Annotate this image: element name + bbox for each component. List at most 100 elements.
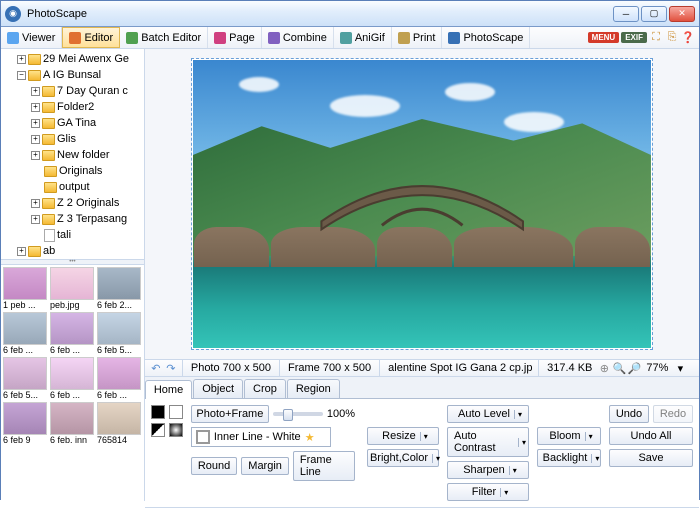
expand-icon[interactable]: + (31, 87, 40, 96)
bg-color-swatch[interactable] (169, 405, 183, 419)
toolbar-tab-anigif[interactable]: AniGif (334, 27, 392, 48)
thumbnail[interactable]: 6 feb ... (97, 357, 141, 400)
tab-icon (126, 32, 138, 44)
tab-home[interactable]: Home (145, 380, 192, 399)
frame-line-button[interactable]: Frame Line (293, 451, 355, 481)
photo-frame-button[interactable]: Photo+Frame (191, 405, 269, 423)
tab-region[interactable]: Region (287, 379, 340, 398)
tree-label: New folder (57, 149, 110, 161)
round-button[interactable]: Round (191, 457, 237, 475)
thumbnail[interactable]: 765814 (97, 402, 141, 445)
filename-label: alentine Spot IG Gana 2 cp.jp (384, 362, 534, 374)
thumbnail[interactable]: 6 feb 5... (97, 312, 141, 355)
tree-node[interactable]: −A IG Bunsal (3, 67, 142, 83)
toolbar-tab-combine[interactable]: Combine (262, 27, 334, 48)
bright-color-button[interactable]: Bright,Color (367, 449, 439, 467)
zoom-fit-icon[interactable]: 🔍 (612, 361, 626, 375)
folder-icon (42, 134, 55, 145)
expand-icon[interactable]: + (17, 247, 26, 256)
fg-color-swatch[interactable] (151, 405, 165, 419)
resize-button[interactable]: Resize (367, 427, 439, 445)
tree-node[interactable]: + Z 2 Originals (3, 195, 142, 211)
tree-label: Originals (59, 165, 102, 177)
tree-label: Z 2 Originals (57, 197, 119, 209)
target-icon[interactable]: ⊕ (597, 361, 611, 375)
tree-node[interactable]: +7 Day Quran c (3, 83, 142, 99)
tree-node[interactable]: Originals (3, 163, 142, 179)
zoom-actual-icon[interactable]: 🔎 (627, 361, 641, 375)
toolbar-tab-editor[interactable]: Editor (62, 27, 120, 48)
minimize-button[interactable]: ─ (613, 6, 639, 22)
undo-all-button[interactable]: Undo All (609, 427, 693, 445)
thumbnail[interactable]: peb.jpg (50, 267, 94, 310)
folder-icon (42, 214, 55, 225)
thumbnail[interactable]: 6 feb. inn (50, 402, 94, 445)
menu-badge[interactable]: MENU (588, 32, 620, 43)
folder-tree[interactable]: +29 Mei Awenx Ge−A IG Bunsal+7 Day Quran… (1, 49, 144, 259)
thumbnail[interactable]: 6 feb 5... (3, 357, 47, 400)
expand-icon[interactable]: + (31, 215, 40, 224)
margin-button[interactable]: Margin (241, 457, 289, 475)
swap-color-swatch[interactable] (151, 423, 165, 437)
redo-icon[interactable]: ↷ (164, 361, 178, 375)
opacity-slider[interactable] (273, 412, 323, 416)
toolbar-tab-page[interactable]: Page (208, 27, 262, 48)
zoom-dropdown-icon[interactable]: ▾ (673, 361, 687, 375)
tab-crop[interactable]: Crop (244, 379, 286, 398)
copy-icon[interactable]: ⎘ (665, 31, 679, 45)
frame-style-select[interactable]: Inner Line - White ★ (191, 427, 331, 447)
thumbnail[interactable]: 1 peb ... (3, 267, 47, 310)
tree-node[interactable]: tali (3, 227, 142, 243)
tree-node[interactable]: +Glis (3, 131, 142, 147)
toolbar-tab-print[interactable]: Print (392, 27, 443, 48)
thumb-image (97, 402, 141, 435)
tree-node[interactable]: + New folder (3, 147, 142, 163)
backlight-button[interactable]: Backlight (537, 449, 601, 467)
auto-contrast-button[interactable]: Auto Contrast (447, 427, 529, 457)
expand-icon[interactable]: + (17, 55, 26, 64)
thumbnail[interactable]: 6 feb 9 (3, 402, 47, 445)
thumbnail[interactable]: 6 feb ... (50, 312, 94, 355)
maximize-button[interactable]: ▢ (641, 6, 667, 22)
undo-icon[interactable]: ↶ (149, 361, 163, 375)
bloom-button[interactable]: Bloom (537, 427, 601, 445)
tree-node[interactable]: output (3, 179, 142, 195)
toolbar-tab-viewer[interactable]: Viewer (1, 27, 62, 48)
exif-badge[interactable]: EXIF (621, 32, 647, 43)
save-button[interactable]: Save (609, 449, 693, 467)
tree-node[interactable]: +ab (3, 243, 142, 259)
toolbar-tab-photoscape[interactable]: PhotoScape (442, 27, 530, 48)
folder-icon (42, 118, 55, 129)
tree-node[interactable]: +29 Mei Awenx Ge (3, 51, 142, 67)
tree-node[interactable]: +Z 3 Terpasang (3, 211, 142, 227)
thumbnail[interactable]: 6 feb ... (50, 357, 94, 400)
close-button[interactable]: ✕ (669, 6, 695, 22)
reset-color-swatch[interactable] (169, 423, 183, 437)
expand-icon[interactable]: + (31, 119, 40, 128)
thumbnail-grid[interactable]: 1 peb ...peb.jpg6 feb 2...6 feb ...6 feb… (1, 265, 144, 501)
tab-icon (69, 32, 81, 44)
tree-node[interactable]: +Folder2 (3, 99, 142, 115)
filter-button[interactable]: Filter (447, 483, 529, 501)
auto-level-button[interactable]: Auto Level (447, 405, 529, 423)
expand-icon[interactable]: + (31, 199, 40, 208)
doc-icon (44, 229, 55, 242)
expand-icon[interactable]: + (31, 151, 40, 160)
undo-button[interactable]: Undo (609, 405, 649, 423)
expand-icon[interactable]: − (17, 71, 26, 80)
help-icon[interactable]: ❓ (681, 31, 695, 45)
redo-button[interactable]: Redo (653, 405, 693, 423)
thumbnail[interactable]: 6 feb ... (3, 312, 47, 355)
folder-icon (28, 54, 41, 65)
thumbnail[interactable]: 6 feb 2... (97, 267, 141, 310)
expand-icon[interactable]: + (31, 135, 40, 144)
fullscreen-icon[interactable]: ⛶ (649, 31, 663, 45)
sharpen-button[interactable]: Sharpen (447, 461, 529, 479)
thumb-label: peb.jpg (50, 300, 94, 310)
expand-icon[interactable]: + (31, 103, 40, 112)
toolbar-tab-batch-editor[interactable]: Batch Editor (120, 27, 208, 48)
tree-node[interactable]: +GA Tina (3, 115, 142, 131)
zoom-level: 77% (642, 362, 672, 374)
photo-preview[interactable] (192, 59, 652, 349)
tab-object[interactable]: Object (193, 379, 243, 398)
